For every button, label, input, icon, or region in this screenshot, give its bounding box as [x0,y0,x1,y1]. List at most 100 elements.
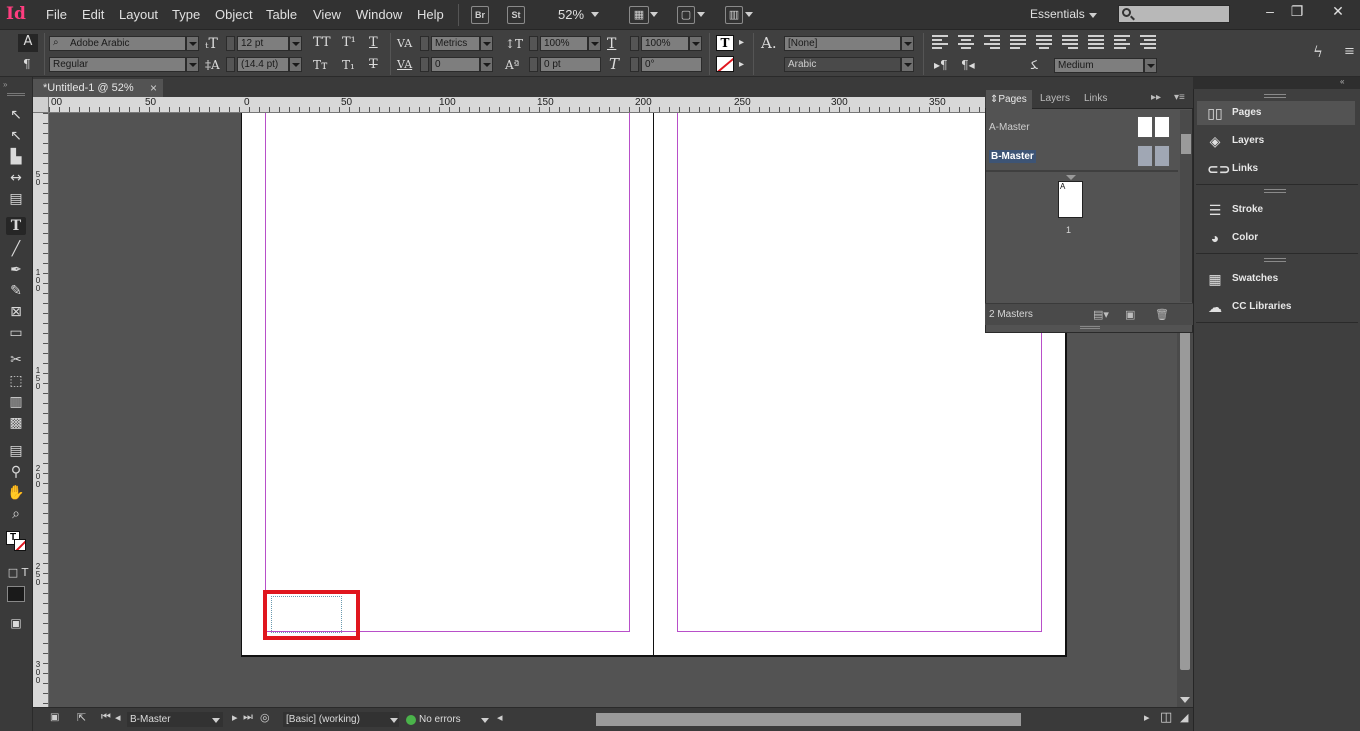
font-size-stepper[interactable] [226,36,235,51]
font-family-dropdown-icon[interactable] [186,36,199,51]
scissors-tool-icon[interactable]: ✂ [6,351,26,369]
align-right-icon[interactable] [984,35,1002,49]
dock-grip[interactable] [1264,258,1286,262]
content-collector-icon[interactable]: ▤ [6,190,26,208]
master-b-right-thumb[interactable] [1154,145,1170,167]
kerning-stepper[interactable] [420,36,429,51]
dock-item-layers[interactable]: ◈ Layers [1197,129,1355,153]
free-transform-tool-icon[interactable]: ⬚ [6,372,26,390]
kashida-dropdown-icon[interactable] [1144,58,1157,73]
leading-stepper[interactable] [226,57,235,72]
master-b-left-thumb[interactable] [1137,145,1153,167]
fill-chevron-right-icon[interactable]: ▸ [739,37,744,48]
arrange-chevron-icon[interactable] [745,12,753,17]
vertical-ruler[interactable]: 5 0 1 0 0 1 5 0 2 0 0 2 5 0 3 0 0 [33,113,49,707]
vertical-scale-stepper[interactable] [529,36,538,51]
dock-item-cc-libraries[interactable]: ☁ CC Libraries [1197,295,1355,319]
screen-mode-chevron-icon[interactable] [697,12,705,17]
help-search-input[interactable] [1118,5,1230,23]
workspace-switcher[interactable]: Essentials [1030,7,1085,21]
small-caps-icon[interactable]: Tᴛ [313,57,328,73]
zoom-level-dropdown[interactable]: 52% [558,7,584,22]
document-open-icon[interactable]: ◎ [260,711,270,724]
screen-mode-tool-icon[interactable]: ▣ [6,614,26,632]
align-left-icon[interactable] [932,35,950,49]
page-dropdown-chevron-icon[interactable] [212,718,220,723]
open-page-icon[interactable]: ⇱ [77,711,86,724]
baseline-shift-field[interactable]: 0 pt [540,57,601,72]
gradient-feather-tool-icon[interactable]: ▩ [6,414,26,432]
baseline-shift-stepper[interactable] [529,57,538,72]
character-style-dropdown-icon[interactable] [901,36,914,51]
edit-page-size-icon[interactable]: ▤▾ [1093,308,1109,321]
panel-section-divider[interactable] [986,170,1178,172]
tracking-stepper[interactable] [420,57,429,72]
align-center-icon[interactable] [958,35,976,49]
text-fill-color-swatch[interactable]: T [716,35,734,51]
underline-icon[interactable]: T [369,35,378,51]
stroke-swatch[interactable] [14,539,26,551]
paragraph-formatting-button[interactable]: ¶ [23,56,31,72]
dock-item-swatches[interactable]: ▦ Swatches [1197,267,1355,291]
justify-right-icon[interactable] [1062,35,1080,49]
previous-page-icon[interactable]: ◂ [115,711,121,724]
dock-grip[interactable] [1264,94,1286,98]
workspace-chevron-down-icon[interactable] [1089,13,1097,18]
leading-field[interactable]: (14.4 pt) [237,57,289,72]
vertical-scroll-thumb[interactable] [1180,325,1190,670]
formatting-affects-container-icon[interactable]: □ T [4,564,32,582]
language-dropdown-icon[interactable] [901,57,914,72]
font-style-field[interactable]: Regular [49,57,186,72]
stroke-chevron-right-icon[interactable]: ▸ [739,59,744,70]
character-formatting-button[interactable]: A [18,34,38,52]
master-a-left-thumb[interactable] [1137,116,1153,138]
note-tool-icon[interactable]: ▤ [6,442,26,460]
superscript-icon[interactable]: T¹ [342,35,356,51]
page-number-field[interactable]: B-Master [127,712,223,727]
stock-icon[interactable]: St [507,6,525,24]
control-panel-menu-icon[interactable]: ≡ [1344,44,1355,60]
type-tool-icon[interactable]: T [6,217,26,235]
view-options-chevron-icon[interactable] [650,12,658,17]
font-style-dropdown-icon[interactable] [186,57,199,72]
master-a-right-thumb[interactable] [1154,116,1170,138]
restore-button[interactable]: ❐ [1283,1,1311,21]
justify-left-icon[interactable] [1010,35,1028,49]
align-away-from-spine-icon[interactable] [1140,35,1158,49]
rtl-paragraph-direction-icon[interactable]: ▸¶ [934,57,948,73]
menu-window[interactable]: Window [356,7,402,22]
pages-panel-scroll-thumb[interactable] [1181,134,1191,154]
strikethrough-icon[interactable]: T [369,57,378,73]
font-size-dropdown-icon[interactable] [289,36,302,51]
preflight-menu-chevron-icon[interactable] [481,718,489,723]
character-style-field[interactable]: [None] [784,36,901,51]
first-page-icon[interactable]: ⏮ [101,711,111,724]
justify-all-icon[interactable] [1088,35,1106,49]
pages-panel-menu-icon[interactable]: ▾≡ [1174,92,1185,103]
zoom-chevron-down-icon[interactable] [591,12,599,17]
eyedropper-tool-icon[interactable]: ⚲ [6,463,26,481]
dock-item-pages[interactable]: ▯▯ Pages [1197,101,1355,125]
next-page-icon[interactable]: ▸ [232,711,238,724]
delete-page-trash-icon[interactable]: 🗑 [1155,308,1169,321]
menu-layout[interactable]: Layout [119,7,158,22]
text-stroke-color-swatch[interactable] [716,56,734,72]
ltr-paragraph-direction-icon[interactable]: ¶◂ [961,57,975,73]
menu-table[interactable]: Table [266,7,297,22]
horizontal-scale-field[interactable]: 100% [641,36,689,51]
tab-links[interactable]: Links [1084,93,1107,104]
hand-tool-icon[interactable]: ✋ [6,484,26,502]
screen-mode-icon[interactable]: ▢ [677,6,695,24]
line-tool-icon[interactable]: ╱ [6,240,26,258]
scroll-left-arrow-icon[interactable]: ◂ [497,711,503,724]
menu-type[interactable]: Type [172,7,200,22]
close-window-button[interactable]: ✕ [1318,1,1358,21]
collapse-dock-icon[interactable]: « [1340,77,1344,86]
split-window-icon[interactable]: ◫ [1160,709,1172,725]
page-1-thumbnail[interactable]: A [1058,181,1083,218]
skew-stepper[interactable] [630,57,639,72]
last-page-icon[interactable]: ⏭ [243,711,253,724]
menu-object[interactable]: Object [215,7,253,22]
rectangle-tool-icon[interactable]: ▭ [6,324,26,342]
kashida-field[interactable]: Medium [1054,58,1144,73]
